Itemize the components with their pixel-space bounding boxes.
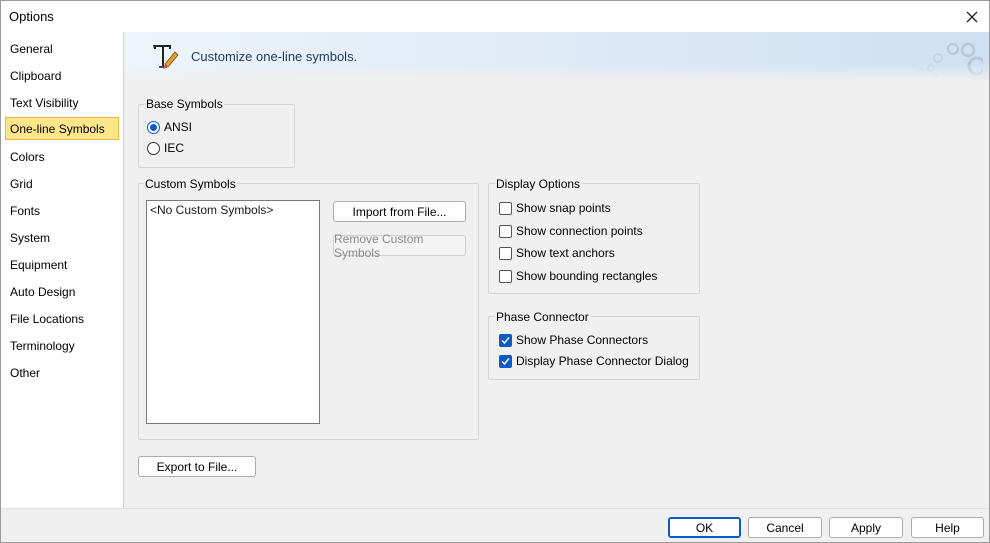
show-connection-points-label: Show connection points bbox=[516, 224, 643, 238]
sidebar-item-one-line-symbols[interactable]: One-line Symbols bbox=[5, 117, 119, 140]
sidebar-item-file-locations[interactable]: File Locations bbox=[5, 307, 119, 330]
sidebar-item-general[interactable]: General bbox=[5, 37, 119, 60]
custom-symbols-label: Custom Symbols bbox=[144, 177, 237, 191]
banner-title: Customize one-line symbols. bbox=[191, 49, 358, 64]
sidebar-item-text-visibility[interactable]: Text Visibility bbox=[5, 91, 119, 114]
checkmark-icon bbox=[501, 357, 510, 365]
iec-label: IEC bbox=[164, 141, 185, 155]
help-button[interactable]: Help bbox=[911, 517, 984, 538]
checkbox-box bbox=[499, 246, 512, 260]
ansi-radio[interactable]: ANSI bbox=[147, 119, 192, 135]
export-to-file-button[interactable]: Export to File... bbox=[138, 456, 256, 477]
cancel-button[interactable]: Cancel bbox=[748, 517, 822, 538]
show-connection-points-checkbox[interactable]: Show connection points bbox=[499, 223, 643, 239]
show-text-anchors-checkbox[interactable]: Show text anchors bbox=[499, 245, 615, 261]
show-phase-connectors-checkbox[interactable]: Show Phase Connectors bbox=[499, 332, 648, 348]
phase-connector-group bbox=[488, 316, 700, 380]
base-symbols-label: Base Symbols bbox=[145, 97, 224, 111]
text-tool-icon bbox=[153, 45, 179, 69]
display-phase-connector-dialog-checkbox[interactable]: Display Phase Connector Dialog bbox=[499, 353, 689, 369]
sidebar-item-system[interactable]: System bbox=[5, 226, 119, 249]
checkmark-icon bbox=[501, 336, 510, 344]
import-from-file-button[interactable]: Import from File... bbox=[333, 201, 466, 222]
options-sidebar: General Clipboard Text Visibility One-li… bbox=[1, 32, 124, 508]
options-dialog: Options General Clipboard Text Visibilit… bbox=[0, 0, 990, 543]
sidebar-item-equipment[interactable]: Equipment bbox=[5, 253, 119, 276]
sidebar-item-auto-design[interactable]: Auto Design bbox=[5, 280, 119, 303]
radio-indicator bbox=[147, 141, 160, 155]
page-banner: Customize one-line symbols. bbox=[125, 32, 989, 82]
sidebar-item-clipboard[interactable]: Clipboard bbox=[5, 64, 119, 87]
ok-button[interactable]: OK bbox=[668, 517, 741, 538]
list-item[interactable]: <No Custom Symbols> bbox=[150, 203, 316, 217]
show-snap-points-label: Show snap points bbox=[516, 201, 611, 215]
dialog-footer: OK Cancel Apply Help bbox=[1, 508, 989, 542]
phase-connector-label: Phase Connector bbox=[495, 310, 590, 324]
iec-radio[interactable]: IEC bbox=[147, 140, 184, 156]
show-snap-points-checkbox[interactable]: Show snap points bbox=[499, 200, 611, 216]
window-title: Options bbox=[9, 9, 54, 24]
remove-custom-symbols-button[interactable]: Remove Custom Symbols bbox=[333, 232, 466, 260]
title-bar: Options bbox=[1, 1, 989, 32]
show-phase-connectors-label: Show Phase Connectors bbox=[516, 333, 649, 347]
close-icon bbox=[966, 11, 978, 22]
decorative-circles-icon bbox=[918, 42, 983, 79]
radio-indicator bbox=[147, 120, 160, 134]
apply-button[interactable]: Apply bbox=[829, 517, 903, 538]
display-phase-connector-dialog-label: Display Phase Connector Dialog bbox=[516, 354, 689, 368]
ansi-label: ANSI bbox=[164, 120, 193, 134]
checkbox-box bbox=[499, 201, 512, 215]
sidebar-item-grid[interactable]: Grid bbox=[5, 172, 119, 195]
sidebar-item-terminology[interactable]: Terminology bbox=[5, 334, 119, 357]
base-symbols-group bbox=[138, 104, 295, 168]
checkbox-box bbox=[499, 354, 512, 368]
sidebar-item-colors[interactable]: Colors bbox=[5, 145, 119, 168]
checkbox-box bbox=[499, 269, 512, 283]
close-button[interactable] bbox=[955, 1, 989, 32]
show-bounding-rectangles-checkbox[interactable]: Show bounding rectangles bbox=[499, 268, 657, 284]
show-bounding-rectangles-label: Show bounding rectangles bbox=[516, 269, 658, 283]
sidebar-item-other[interactable]: Other bbox=[5, 361, 119, 384]
display-options-label: Display Options bbox=[495, 177, 582, 191]
sidebar-item-fonts[interactable]: Fonts bbox=[5, 199, 119, 222]
custom-symbols-list[interactable]: <No Custom Symbols> bbox=[146, 200, 320, 424]
checkbox-box bbox=[499, 224, 512, 238]
show-text-anchors-label: Show text anchors bbox=[516, 246, 615, 260]
checkbox-box bbox=[499, 333, 512, 347]
